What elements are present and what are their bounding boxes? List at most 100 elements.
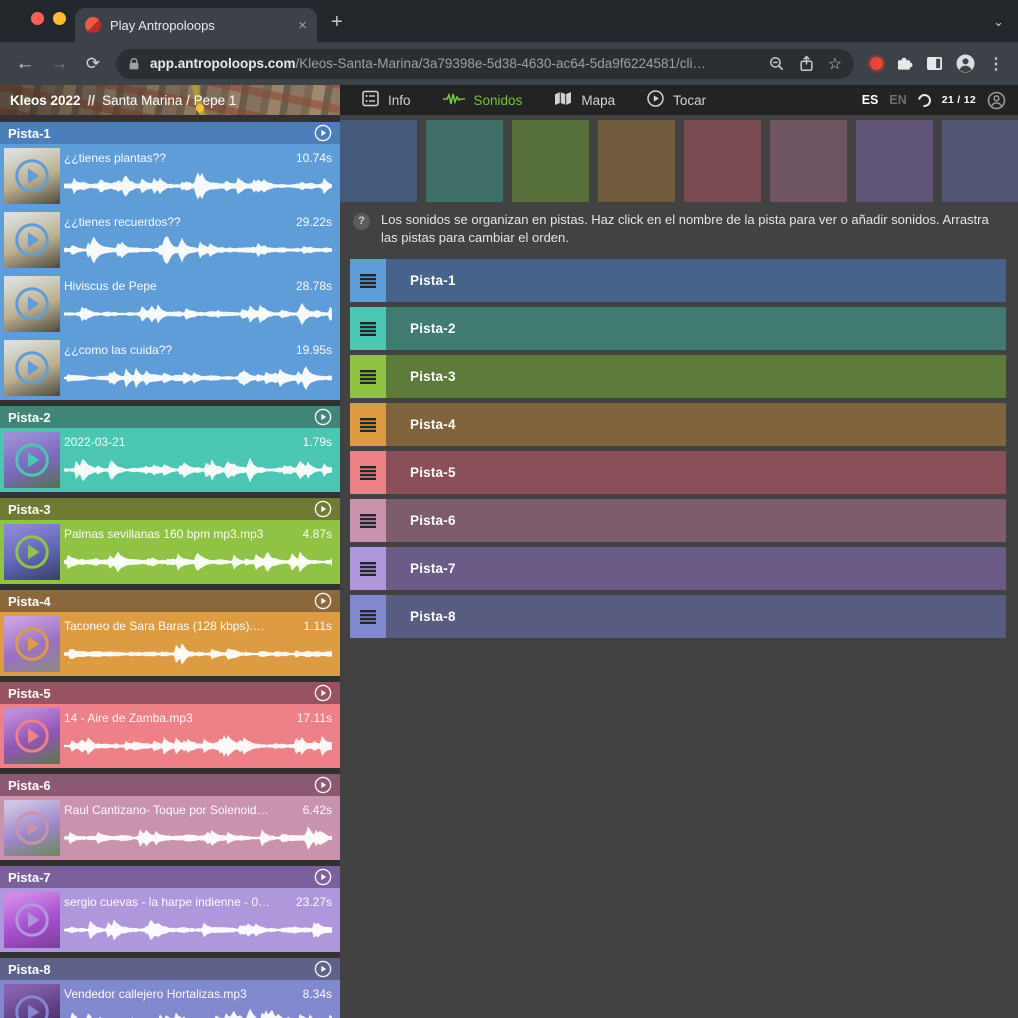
- clip-play-icon[interactable]: [14, 350, 50, 386]
- audio-clip[interactable]: ¿¿tienes recuerdos??29.22s: [0, 208, 340, 272]
- breadcrumb[interactable]: Kleos 2022 // Santa Marina / Pepe 1: [0, 85, 340, 115]
- audio-clip[interactable]: Raul Cantizano- Toque por Solenoide.mp36…: [0, 796, 340, 860]
- bookmark-star-icon[interactable]: ☆: [828, 54, 842, 74]
- profile-avatar-icon[interactable]: [956, 54, 975, 73]
- browser-menu-icon[interactable]: ⋮: [988, 54, 1004, 74]
- account-icon[interactable]: [987, 91, 1006, 110]
- track-play-button[interactable]: [314, 124, 332, 142]
- drag-handle[interactable]: [350, 307, 386, 350]
- clip-duration: 19.95s: [296, 343, 332, 357]
- track-header[interactable]: Pista-5: [0, 682, 340, 704]
- audio-clip[interactable]: 2022-03-211.79s: [0, 428, 340, 492]
- track-row-label-area[interactable]: Pista-1: [386, 259, 1006, 302]
- track-row-pista-2[interactable]: Pista-2: [350, 307, 1006, 350]
- clip-waveform: [64, 822, 332, 854]
- clip-play-icon[interactable]: [14, 222, 50, 258]
- drag-handle[interactable]: [350, 403, 386, 446]
- clip-name: Hiviscus de Pepe: [64, 279, 272, 293]
- track-play-button[interactable]: [314, 960, 332, 978]
- clip-play-icon[interactable]: [14, 626, 50, 662]
- clip-play-icon[interactable]: [14, 286, 50, 322]
- nav-item-sonidos[interactable]: Sonidos: [443, 91, 523, 110]
- track-row-pista-8[interactable]: Pista-8: [350, 595, 1006, 638]
- close-window-button[interactable]: [31, 12, 44, 25]
- nav-item-info[interactable]: Info: [362, 90, 411, 110]
- audio-clip[interactable]: Taconeo de Sara Baras (128 kbps).mp31.11…: [0, 612, 340, 676]
- reload-button[interactable]: ⟳: [78, 49, 108, 79]
- clip-duration: 4.87s: [303, 527, 332, 541]
- track-header[interactable]: Pista-1: [0, 122, 340, 144]
- language-en-button[interactable]: EN: [889, 93, 906, 107]
- side-panel-icon[interactable]: [926, 56, 943, 71]
- track-row-pista-6[interactable]: Pista-6: [350, 499, 1006, 542]
- track-row-label-area[interactable]: Pista-5: [386, 451, 1006, 494]
- drag-handle[interactable]: [350, 451, 386, 494]
- track-header[interactable]: Pista-6: [0, 774, 340, 796]
- clip-play-icon[interactable]: [14, 442, 50, 478]
- extensions-puzzle-icon[interactable]: [896, 55, 913, 72]
- tab-title: Play Antropoloops: [110, 18, 289, 33]
- drag-handle[interactable]: [350, 355, 386, 398]
- drag-handle[interactable]: [350, 499, 386, 542]
- clip-name: 14 - Aire de Zamba.mp3: [64, 711, 272, 725]
- drag-handle[interactable]: [350, 259, 386, 302]
- minimize-window-button[interactable]: [53, 12, 66, 25]
- drag-handle[interactable]: [350, 595, 386, 638]
- track-row-label-area[interactable]: Pista-7: [386, 547, 1006, 590]
- back-button[interactable]: ←: [10, 49, 40, 79]
- tab-close-icon[interactable]: ×: [298, 18, 307, 33]
- track-header[interactable]: Pista-4: [0, 590, 340, 612]
- audio-clip[interactable]: ¿¿tienes plantas??10.74s: [0, 144, 340, 208]
- track-row-pista-5[interactable]: Pista-5: [350, 451, 1006, 494]
- clip-play-icon[interactable]: [14, 534, 50, 570]
- audio-clip[interactable]: sergio cuevas - la harpe indienne - 03 -…: [0, 888, 340, 952]
- sidebar-track-pista-4: Pista-4Taconeo de Sara Baras (128 kbps).…: [0, 590, 340, 676]
- nav-item-tocar[interactable]: Tocar: [647, 90, 706, 110]
- clip-play-icon[interactable]: [14, 158, 50, 194]
- new-tab-button[interactable]: +: [331, 11, 343, 34]
- browser-tab[interactable]: Play Antropoloops ×: [75, 8, 317, 42]
- track-row-pista-1[interactable]: Pista-1: [350, 259, 1006, 302]
- track-play-button[interactable]: [314, 776, 332, 794]
- track-row-label-area[interactable]: Pista-3: [386, 355, 1006, 398]
- track-play-button[interactable]: [314, 868, 332, 886]
- clip-play-icon[interactable]: [14, 718, 50, 754]
- clip-play-icon[interactable]: [14, 902, 50, 938]
- track-header[interactable]: Pista-3: [0, 498, 340, 520]
- track-row-pista-7[interactable]: Pista-7: [350, 547, 1006, 590]
- breadcrumb-project[interactable]: Kleos 2022: [10, 93, 81, 108]
- track-header[interactable]: Pista-7: [0, 866, 340, 888]
- audio-clip[interactable]: Vendedor callejero Hortalizas.mp38.34s: [0, 980, 340, 1018]
- audio-clip[interactable]: 14 - Aire de Zamba.mp317.11s: [0, 704, 340, 768]
- nav-item-mapa[interactable]: Mapa: [554, 91, 615, 109]
- track-row-label-area[interactable]: Pista-2: [386, 307, 1006, 350]
- audio-clip[interactable]: ¿¿como las cuida??19.95s: [0, 336, 340, 400]
- share-icon[interactable]: [799, 55, 814, 72]
- drag-handle-icon: [360, 610, 376, 624]
- track-row-pista-4[interactable]: Pista-4: [350, 403, 1006, 446]
- track-row-pista-3[interactable]: Pista-3: [350, 355, 1006, 398]
- track-row-label-area[interactable]: Pista-8: [386, 595, 1006, 638]
- recorder-extension-icon[interactable]: [870, 57, 883, 70]
- audio-clip[interactable]: Palmas sevillanas 160 bpm mp3.mp34.87s: [0, 520, 340, 584]
- language-es-button[interactable]: ES: [862, 93, 879, 107]
- track-play-button[interactable]: [314, 500, 332, 518]
- address-bar[interactable]: app.antropoloops.com/Kleos-Santa-Marina/…: [116, 49, 854, 79]
- track-play-button[interactable]: [314, 408, 332, 426]
- zoom-out-icon[interactable]: [769, 56, 785, 72]
- track-header[interactable]: Pista-8: [0, 958, 340, 980]
- track-header[interactable]: Pista-2: [0, 406, 340, 428]
- track-play-button[interactable]: [314, 684, 332, 702]
- clip-play-icon[interactable]: [14, 810, 50, 846]
- clip-duration: 1.11s: [304, 619, 332, 633]
- track-play-button[interactable]: [314, 592, 332, 610]
- clip-play-icon[interactable]: [14, 994, 50, 1018]
- tab-search-chevron-icon[interactable]: ⌄: [993, 14, 1004, 30]
- app-header: Kleos 2022 // Santa Marina / Pepe 1 Info…: [0, 85, 1018, 115]
- track-row-label-area[interactable]: Pista-4: [386, 403, 1006, 446]
- url-domain: app.antropoloops.com: [150, 56, 296, 71]
- forward-button[interactable]: →: [44, 49, 74, 79]
- audio-clip[interactable]: Hiviscus de Pepe28.78s: [0, 272, 340, 336]
- drag-handle[interactable]: [350, 547, 386, 590]
- track-row-label-area[interactable]: Pista-6: [386, 499, 1006, 542]
